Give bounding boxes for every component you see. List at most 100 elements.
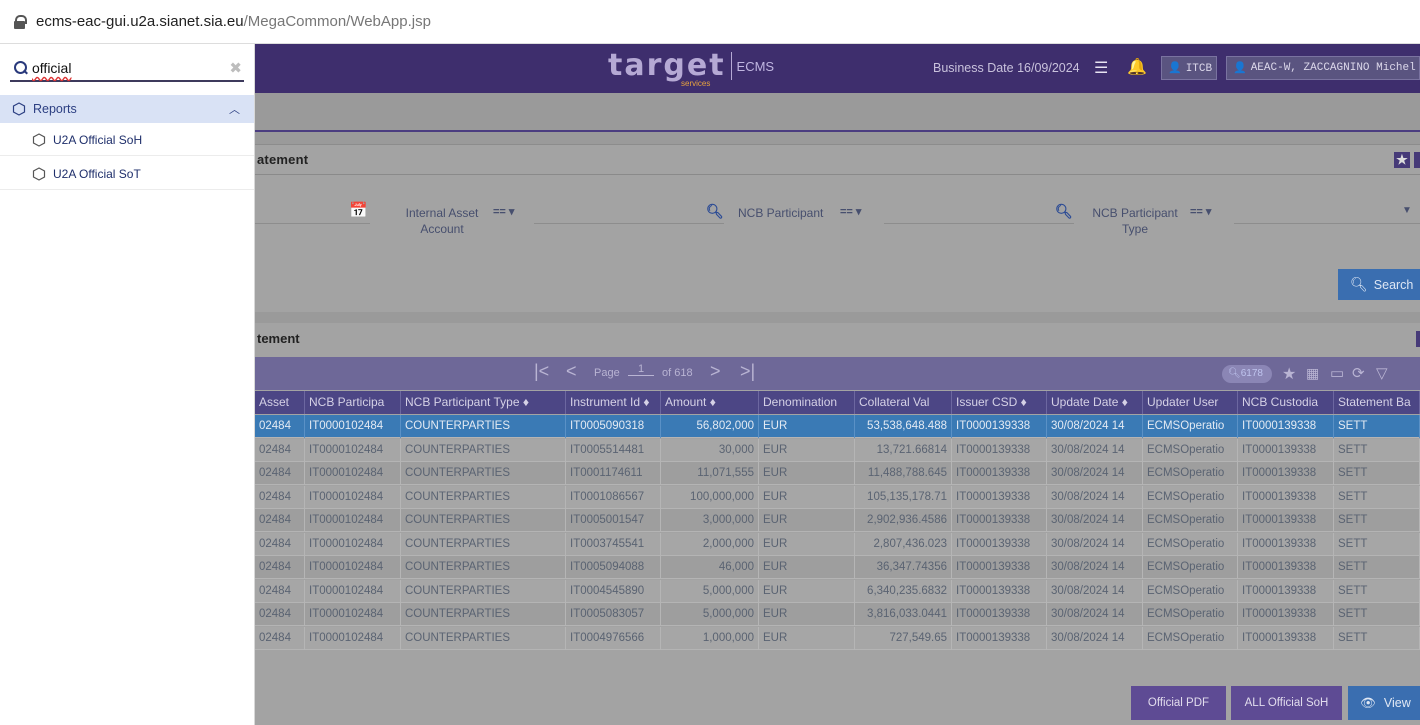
table-cell: 30/08/2024 14 [1047,579,1143,603]
search-button[interactable]: 🔍︎ Search [1338,269,1420,300]
menu-search-value[interactable]: official [32,60,71,76]
menu-search-input[interactable]: official ✖ [10,56,244,82]
table-cell: IT0000102484 [305,556,401,579]
prev-page-icon[interactable]: < [566,361,577,382]
page-number-input[interactable]: 1 [628,363,654,376]
table-cell: EUR [759,579,855,603]
panel-action-icon[interactable] [1414,152,1420,168]
table-cell: IT0000102484 [305,509,401,532]
table-cell: IT0000139338 [1238,485,1334,509]
favourite-star-icon[interactable]: ★ [1394,152,1410,168]
ncb-participant-input[interactable] [884,223,1074,224]
column-header[interactable]: Denomination [759,391,855,414]
table-cell: EUR [759,556,855,579]
internal-asset-account-label: Internal Asset Account [405,206,479,236]
next-page-icon[interactable]: > [710,361,721,382]
window-icon[interactable]: ▭ [1330,364,1344,382]
excel-export-icon[interactable]: ▦ [1306,365,1319,382]
table-cell: 100,000,000 [661,485,759,509]
table-cell: EUR [759,603,855,626]
logo-text: target [608,48,726,83]
list-icon[interactable]: ☰ [1094,58,1108,78]
table-cell: SETT [1334,532,1420,556]
lock-icon [14,15,27,29]
column-header[interactable]: Collateral Val [855,391,952,414]
table-cell: IT0000139338 [1238,532,1334,556]
table-cell: IT0000139338 [952,603,1047,626]
table-cell: 30/08/2024 14 [1047,556,1143,579]
column-header[interactable]: Issuer CSD ♦ [952,391,1047,414]
ncb-participant-search-icon[interactable]: 🔍︎ [1055,203,1073,220]
calendar-icon[interactable]: 📅 [349,201,368,219]
table-cell: EUR [759,509,855,532]
chevron-down-icon[interactable]: ▼ [1402,205,1412,216]
table-cell: IT0000139338 [952,438,1047,462]
page-count-label: of 618 [662,367,693,379]
last-page-icon[interactable]: >| [740,361,755,382]
panel-menu-icon[interactable] [1416,331,1420,347]
table-cell: IT0005001547 [566,509,661,532]
user-menu-button[interactable]: 👤 AEAC-W, ZACCAGNINO Michel [1226,56,1420,80]
party-selector-button[interactable]: 👤 ITCB ▾ [1161,56,1217,80]
view-button[interactable]: 👁 View [1348,686,1420,720]
table-cell: 02484 [255,626,305,650]
table-cell: IT0000139338 [952,556,1047,579]
table-cell: EUR [759,438,855,462]
all-official-soh-button[interactable]: ALL Official SoH [1231,686,1342,720]
menu-item-u2a-official-sot[interactable]: U2A Official SoT [0,158,254,190]
table-cell: SETT [1334,579,1420,603]
column-header[interactable]: Asset [255,391,305,414]
clear-icon[interactable]: ✖ [229,59,242,77]
table-cell: IT0000102484 [305,485,401,509]
menu-item-u2a-official-soh[interactable]: U2A Official SoH [0,124,254,156]
table-cell: COUNTERPARTIES [401,438,566,462]
page-label: Page [594,367,620,379]
table-cell: IT0000139338 [1238,626,1334,650]
table-cell: 30/08/2024 14 [1047,415,1143,438]
table-cell: IT0000102484 [305,415,401,438]
column-header[interactable]: Statement Ba [1334,391,1420,414]
search-icon: 🔍︎ [1350,276,1368,292]
hexagon-icon [32,166,46,181]
column-header[interactable]: Update Date ♦ [1047,391,1143,414]
browser-address-bar[interactable]: ecms-eac-gui.u2a.sianet.sia.eu/MegaCommo… [0,0,1420,44]
column-header[interactable]: NCB Participant Type ♦ [401,391,566,414]
table-cell: COUNTERPARTIES [401,462,566,485]
refresh-icon[interactable]: ⟳ [1352,364,1365,382]
column-header[interactable]: Updater User [1143,391,1238,414]
table-cell: ECMSOperatio [1143,556,1238,579]
column-header[interactable]: Amount ♦ [661,391,759,414]
table-cell: 3,000,000 [661,509,759,532]
table-cell: SETT [1334,415,1420,438]
table-cell: ECMSOperatio [1143,532,1238,556]
internal-asset-search-icon[interactable]: 🔍︎ [706,203,724,220]
bell-icon[interactable]: 🔔 [1127,57,1147,77]
ncb-participant-label: NCB Participant [738,206,824,220]
internal-asset-account-input[interactable] [534,223,724,224]
table-cell: IT0000139338 [1238,603,1334,626]
table-cell: 11,488,788.645 [855,462,952,485]
column-header[interactable]: Instrument Id ♦ [566,391,661,414]
ncb-type-operator-select[interactable]: == ▾ [1190,205,1211,218]
filter-icon[interactable]: ▽ [1376,364,1388,382]
column-header[interactable]: NCB Custodia [1238,391,1334,414]
chevron-up-icon[interactable]: ︿ [229,101,240,117]
table-cell: IT0000139338 [952,579,1047,603]
url-host: ecms-eac-gui.u2a.sianet.sia.eu [36,13,244,30]
menu-category-reports[interactable]: Reports ︿ [0,95,254,123]
table-cell: SETT [1334,603,1420,626]
internal-asset-operator-select[interactable]: == ▾ [493,205,514,218]
table-cell: 36,347.74356 [855,556,952,579]
ncb-participant-operator-select[interactable]: == ▾ [840,205,861,218]
column-header[interactable]: NCB Participa [305,391,401,414]
ncb-participant-type-select[interactable] [1234,223,1420,224]
table-cell: IT0001086567 [566,485,661,509]
official-pdf-button[interactable]: Official PDF [1131,686,1226,720]
table-cell: 56,802,000 [661,415,759,438]
star-icon[interactable]: ★ [1282,364,1296,384]
table-cell: COUNTERPARTIES [401,603,566,626]
table-cell: IT0000139338 [1238,556,1334,579]
table-cell: 02484 [255,579,305,603]
table-cell: IT0005090318 [566,415,661,438]
first-page-icon[interactable]: |< [534,361,549,382]
